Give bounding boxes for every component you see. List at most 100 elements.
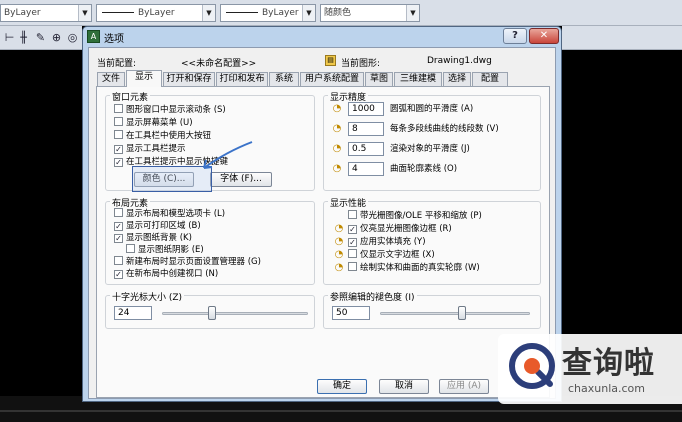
checkbox-row[interactable]: 新建布局时显示页面设置管理器 (G): [114, 256, 261, 268]
crosshair-size-input[interactable]: 24: [114, 306, 152, 320]
app-icon: A: [87, 30, 100, 43]
options-dialog: A 选项 ? ✕ 当前配置: <<未命名配置>> ▤ 当前图形: Drawing…: [82, 26, 562, 402]
check-icon[interactable]: ✓: [114, 234, 123, 243]
polyline-segments-label: 每条多段线曲线的线段数 (V): [390, 124, 499, 134]
watermark-logo-icon: [509, 343, 555, 389]
checkbox-label: 带光栅图像/OLE 平移和缩放 (P): [360, 211, 482, 221]
close-button[interactable]: ✕: [529, 28, 559, 44]
tab-user-preferences[interactable]: 用户系统配置: [300, 72, 364, 86]
tab-selection[interactable]: 选择: [443, 72, 471, 86]
checkbox-label: 在新布局中创建视口 (N): [126, 269, 219, 279]
cad-properties-toolbar: ByLayer ▼ ByLayer ▼ ByLayer ▼ 随颜色 ▼: [0, 0, 682, 26]
arc-smoothness-input[interactable]: 1000: [348, 102, 384, 116]
cad-right-toolbar: [562, 26, 682, 50]
checkbox[interactable]: [348, 262, 357, 271]
tab-plot-publish[interactable]: 打印和发布: [216, 72, 268, 86]
xref-fade-slider-thumb[interactable]: [458, 306, 466, 320]
linetype-combo-value: ByLayer: [138, 8, 175, 18]
apply-button[interactable]: 应用 (A): [439, 379, 489, 394]
performance-icon: ◔: [334, 262, 344, 273]
tab-profiles[interactable]: 配置: [472, 72, 508, 86]
chevron-down-icon[interactable]: ▼: [302, 5, 315, 21]
color-combo[interactable]: 随颜色 ▼: [320, 4, 420, 22]
checkbox-row[interactable]: 显示屏幕菜单 (U): [114, 117, 193, 129]
cad-tool-strip: ⊢ ╫ ✎ ⊕ ◎: [0, 26, 82, 50]
line-sample: [102, 12, 134, 13]
watermark-cn: 查询啦: [562, 346, 655, 381]
checkbox[interactable]: [114, 104, 123, 113]
chevron-down-icon[interactable]: ▼: [202, 5, 215, 21]
checkbox-label: 仅亮显光栅图像边框 (R): [360, 224, 452, 234]
checkbox-row[interactable]: ✓ 显示可打印区域 (B): [114, 220, 201, 232]
tab-display[interactable]: 显示: [126, 70, 162, 87]
checkbox-row[interactable]: 带光栅图像/OLE 平移和缩放 (P): [348, 210, 482, 222]
render-smoothness-label: 渲染对象的平滑度 (J): [390, 144, 470, 154]
checkbox-row[interactable]: 图形窗口中显示滚动条 (S): [114, 104, 226, 116]
checkbox-row[interactable]: ✓ 在新布局中创建视口 (N): [114, 268, 218, 280]
check-icon[interactable]: ✓: [114, 158, 123, 167]
display-resolution-group: 显示精度 ◔ 1000 圆弧和圆的平滑度 (A) ◔ 8 每条多段线曲线的线段数…: [323, 90, 541, 191]
crosshair-slider-thumb[interactable]: [208, 306, 216, 320]
checkbox-row[interactable]: 仅显示文字边框 (X): [348, 249, 435, 261]
status-strip: [0, 410, 682, 412]
contour-lines-input[interactable]: 4: [348, 162, 384, 176]
tab-3d-modeling[interactable]: 三维建模: [394, 72, 442, 86]
crosshair-size-group: 十字光标大小 (Z) 24: [105, 290, 315, 329]
chevron-down-icon[interactable]: ▼: [406, 5, 419, 21]
ruler-icon[interactable]: ╫: [17, 31, 30, 44]
check-icon[interactable]: ✓: [114, 222, 123, 231]
circle-icon[interactable]: ◎: [66, 31, 79, 44]
checkbox-row[interactable]: 绘制实体和曲面的真实轮廓 (W): [348, 262, 480, 274]
checkbox-row[interactable]: 显示图纸阴影 (E): [126, 244, 204, 256]
checkbox[interactable]: [114, 117, 123, 126]
xref-fade-slider-track[interactable]: [380, 312, 530, 315]
checkbox[interactable]: [114, 130, 123, 139]
tab-drafting[interactable]: 草图: [365, 72, 393, 86]
display-performance-group: 显示性能 带光栅图像/OLE 平移和缩放 (P) ◔ ✓ 仅亮显光栅图像边框 (R…: [323, 196, 541, 285]
checkbox-label: 显示屏幕菜单 (U): [126, 118, 193, 128]
dialog-title: 选项: [104, 34, 124, 45]
checkbox-row[interactable]: ✓ 应用实体填充 (Y): [348, 236, 426, 248]
checkbox-row[interactable]: ✓ 显示工具栏提示: [114, 143, 186, 155]
arc-smoothness-icon: ◔: [332, 103, 342, 114]
tab-files[interactable]: 文件: [97, 72, 125, 86]
polyline-segments-input[interactable]: 8: [348, 122, 384, 136]
checkbox[interactable]: [114, 256, 123, 265]
checkbox[interactable]: [348, 249, 357, 258]
arc-smoothness-label: 圆弧和圆的平滑度 (A): [390, 104, 474, 114]
checkbox[interactable]: [126, 244, 135, 253]
dimension-icon[interactable]: ⊢: [3, 31, 16, 44]
checkbox[interactable]: [114, 208, 123, 217]
help-button[interactable]: ?: [503, 28, 527, 44]
tab-system[interactable]: 系统: [269, 72, 299, 86]
checkbox-row[interactable]: 显示布局和模型选项卡 (L): [114, 208, 225, 220]
render-smoothness-input[interactable]: 0.5: [348, 142, 384, 156]
pen-icon[interactable]: ✎: [34, 31, 47, 44]
annotation-arrow-icon: [203, 141, 253, 169]
linetype-combo[interactable]: ByLayer ▼: [96, 4, 216, 22]
crosshair-slider-track[interactable]: [162, 312, 308, 315]
target-icon[interactable]: ⊕: [50, 31, 63, 44]
dialog-titlebar[interactable]: A 选项 ? ✕: [83, 27, 561, 47]
xref-fade-input[interactable]: 50: [332, 306, 370, 320]
check-icon[interactable]: ✓: [348, 238, 357, 247]
checkbox-label: 显示工具栏提示: [126, 144, 186, 154]
checkbox-row[interactable]: ✓ 仅亮显光栅图像边框 (R): [348, 223, 452, 235]
lineweight-combo-value: ByLayer: [262, 8, 299, 18]
lineweight-combo[interactable]: ByLayer ▼: [220, 4, 316, 22]
tab-open-save[interactable]: 打开和保存: [163, 72, 215, 86]
performance-icon: ◔: [334, 236, 344, 247]
checkbox-label: 显示布局和模型选项卡 (L): [126, 209, 226, 219]
checkbox-row[interactable]: ✓ 显示图纸背景 (K): [114, 232, 192, 244]
check-icon[interactable]: ✓: [348, 225, 357, 234]
checkbox[interactable]: [348, 210, 357, 219]
check-icon[interactable]: ✓: [114, 145, 123, 154]
layer-combo[interactable]: ByLayer ▼: [0, 4, 92, 22]
chevron-down-icon[interactable]: ▼: [78, 5, 91, 21]
checkbox-label: 显示图纸阴影 (E): [138, 245, 204, 255]
ok-button[interactable]: 确定: [317, 379, 367, 394]
contour-lines-icon: ◔: [332, 163, 342, 174]
check-icon[interactable]: ✓: [114, 270, 123, 279]
current-drawing-value: Drawing1.dwg: [427, 56, 492, 66]
cancel-button[interactable]: 取消: [379, 379, 429, 394]
